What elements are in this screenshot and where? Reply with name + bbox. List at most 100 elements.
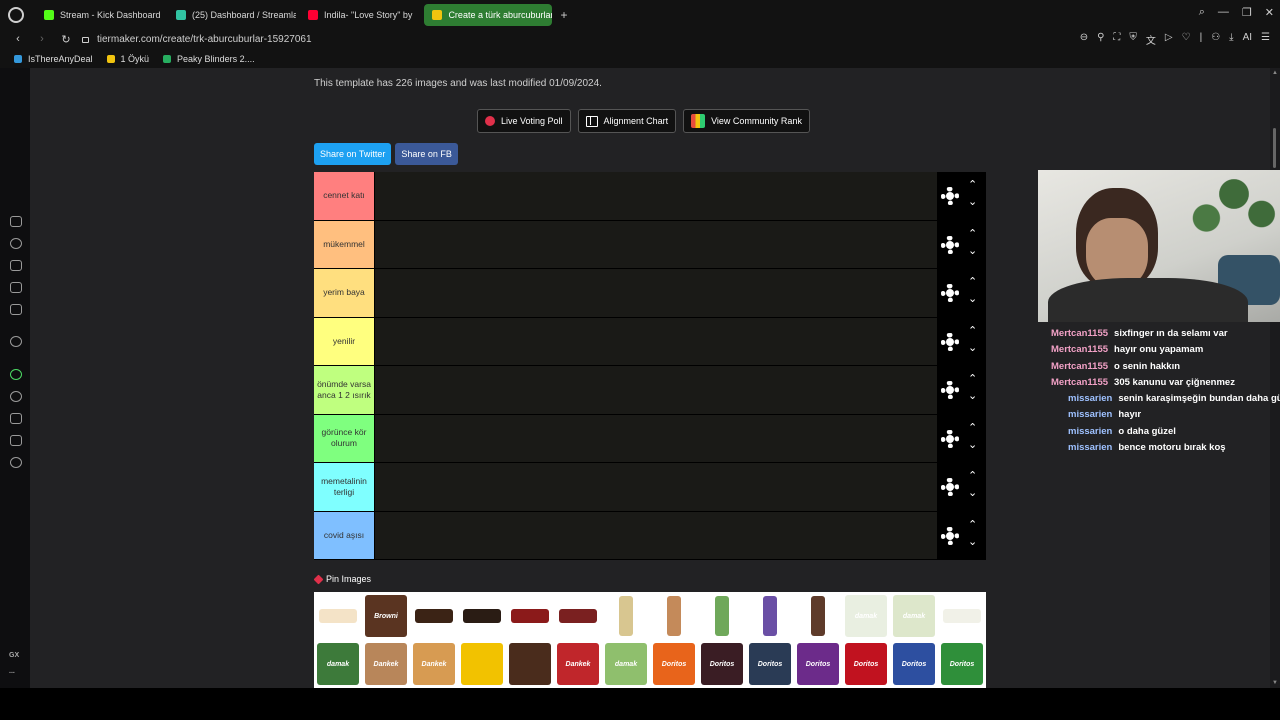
scroll-down-icon[interactable]: ▼ [1272,680,1278,686]
tab-0[interactable]: Stream - Kick Dashboard [36,4,164,26]
cone-two-image[interactable] [650,592,698,640]
tier-label[interactable]: mükemmel [314,220,375,268]
url-field[interactable]: tiermaker.com/create/trk-aburcuburlar-15… [82,34,312,45]
more-icon[interactable]: ... [9,668,15,675]
messenger-icon[interactable] [10,304,22,315]
wallet-icon[interactable]: ⚇ [1211,32,1220,47]
tier-drop-zone[interactable] [375,220,937,268]
menu-icon[interactable]: ☰ [1261,32,1270,47]
maximize-button[interactable]: ❐ [1242,6,1252,19]
tier-drop-zone[interactable] [375,463,937,511]
shield-icon[interactable]: ⛨ [1129,32,1137,47]
purple-cone-image[interactable] [746,592,794,640]
move-down-icon[interactable]: ⌄ [968,438,977,451]
tier-drop-zone[interactable] [375,511,937,559]
gx-label[interactable]: GX [9,652,19,659]
scrollbar-thumb[interactable] [1273,128,1276,168]
tier-label[interactable]: görünce kör olurum [314,414,375,462]
bookmark-item[interactable]: Peaky Blinders 2.... [163,54,255,64]
tier-drop-zone[interactable] [375,317,937,365]
pin-icon[interactable]: ⚲ [1097,32,1104,47]
zoom-icon[interactable]: ⊖ [1080,32,1088,47]
chocolate-bar-image[interactable] [410,592,458,640]
gear-icon[interactable] [941,429,959,448]
green-cone-image[interactable] [698,592,746,640]
reload-button[interactable]: ↻ [60,33,72,46]
downloads-icon[interactable] [10,413,22,424]
doritos-extreme-image[interactable]: Doritos [746,640,794,688]
move-up-icon[interactable]: ⌃ [968,324,977,337]
red-bar-image[interactable] [506,592,554,640]
damak-bar-image[interactable]: damak [314,640,362,688]
damak-box-image[interactable]: damak [842,592,890,640]
gear-icon[interactable] [941,187,959,205]
move-up-icon[interactable]: ⌃ [968,275,977,288]
live-voting-button[interactable]: Live Voting Poll [477,109,571,133]
gear-icon[interactable] [941,332,959,351]
brown-cone-image[interactable] [794,592,842,640]
translate-icon[interactable]: 文 [1146,32,1156,47]
search-icon[interactable]: ⌕ [1199,6,1205,19]
move-up-icon[interactable]: ⌃ [968,227,977,240]
opera-logo-icon[interactable] [8,6,24,23]
gear-icon[interactable] [941,235,959,254]
cone-image[interactable] [602,592,650,640]
doritos-purple-image[interactable]: Doritos [794,640,842,688]
forward-button[interactable]: › [36,33,48,45]
gear-icon[interactable] [941,381,959,399]
snapshot-icon[interactable]: ⛶ [1113,32,1120,47]
alignment-chart-button[interactable]: Alignment Chart [577,109,677,133]
pin-images-toggle[interactable]: Pin Images [313,574,371,584]
notes-icon[interactable] [10,282,22,293]
chatgpt-icon[interactable] [10,336,22,347]
doritos-green-image[interactable]: Doritos [938,640,986,688]
gear-icon[interactable] [941,526,959,545]
tier-drop-zone[interactable] [375,269,937,317]
extensions-icon[interactable] [10,435,22,446]
move-down-icon[interactable]: ⌄ [968,292,977,305]
community-rank-button[interactable]: View Community Rank [683,109,810,133]
doritos-orange-image[interactable]: Doritos [650,640,698,688]
dankek-red-image[interactable]: Dankek [554,640,602,688]
damak-pistachio-image[interactable]: damak [890,592,938,640]
move-up-icon[interactable]: ⌃ [968,178,977,191]
bookmark-item[interactable]: IsThereAnyDeal [14,54,93,64]
doritos-dark-image[interactable]: Doritos [698,640,746,688]
tier-drop-zone[interactable] [375,414,937,462]
white-bar-image[interactable] [938,592,986,640]
tab-2[interactable]: Indila- "Love Story" by [300,4,420,26]
history-icon[interactable] [10,238,22,249]
doritos-red-image[interactable]: Doritos [842,640,890,688]
small-bar-image[interactable] [554,592,602,640]
ai-button[interactable]: AI [1243,32,1252,47]
twitch-icon[interactable] [10,216,22,227]
tier-label[interactable]: yenilir [314,317,375,365]
wafer-bar-image[interactable] [314,592,362,640]
tier-label[interactable]: yerim baya [314,269,375,317]
doritos-blue-image[interactable]: Doritos [890,640,938,688]
move-down-icon[interactable]: ⌄ [968,244,977,257]
share-facebook-button[interactable]: Share on FB [395,143,458,165]
back-button[interactable]: ‹ [12,33,24,45]
bookmark-item[interactable]: 1 Öykü [106,54,149,64]
download-icon[interactable]: ⤓ [1229,32,1233,47]
move-down-icon[interactable]: ⌄ [968,389,977,402]
tab-1[interactable]: (25) Dashboard / Streamlabs [168,4,296,26]
move-down-icon[interactable]: ⌄ [968,195,977,208]
move-up-icon[interactable]: ⌃ [968,518,977,531]
scroll-up-icon[interactable]: ▲ [1272,70,1278,76]
gear-icon[interactable] [941,284,959,302]
move-up-icon[interactable]: ⌃ [968,469,977,482]
damak-green-image[interactable]: damak [602,640,650,688]
move-up-icon[interactable]: ⌃ [968,372,977,385]
tier-drop-zone[interactable] [375,366,937,414]
tier-drop-zone[interactable] [375,172,937,220]
heart-icon[interactable]: ♡ [1182,32,1191,47]
tier-label[interactable]: önümde varsa anca 1 2 ısırık [314,366,375,414]
tier-label[interactable]: covid aşısı [314,511,375,559]
dankek-two-image[interactable]: Dankek [410,640,458,688]
move-up-icon[interactable]: ⌃ [968,421,977,434]
tab-3[interactable]: Create a türk aburcuburlar [424,3,553,26]
tier-label[interactable]: memetalinin terligi [314,463,375,511]
yellow-pack-image[interactable] [458,640,506,688]
